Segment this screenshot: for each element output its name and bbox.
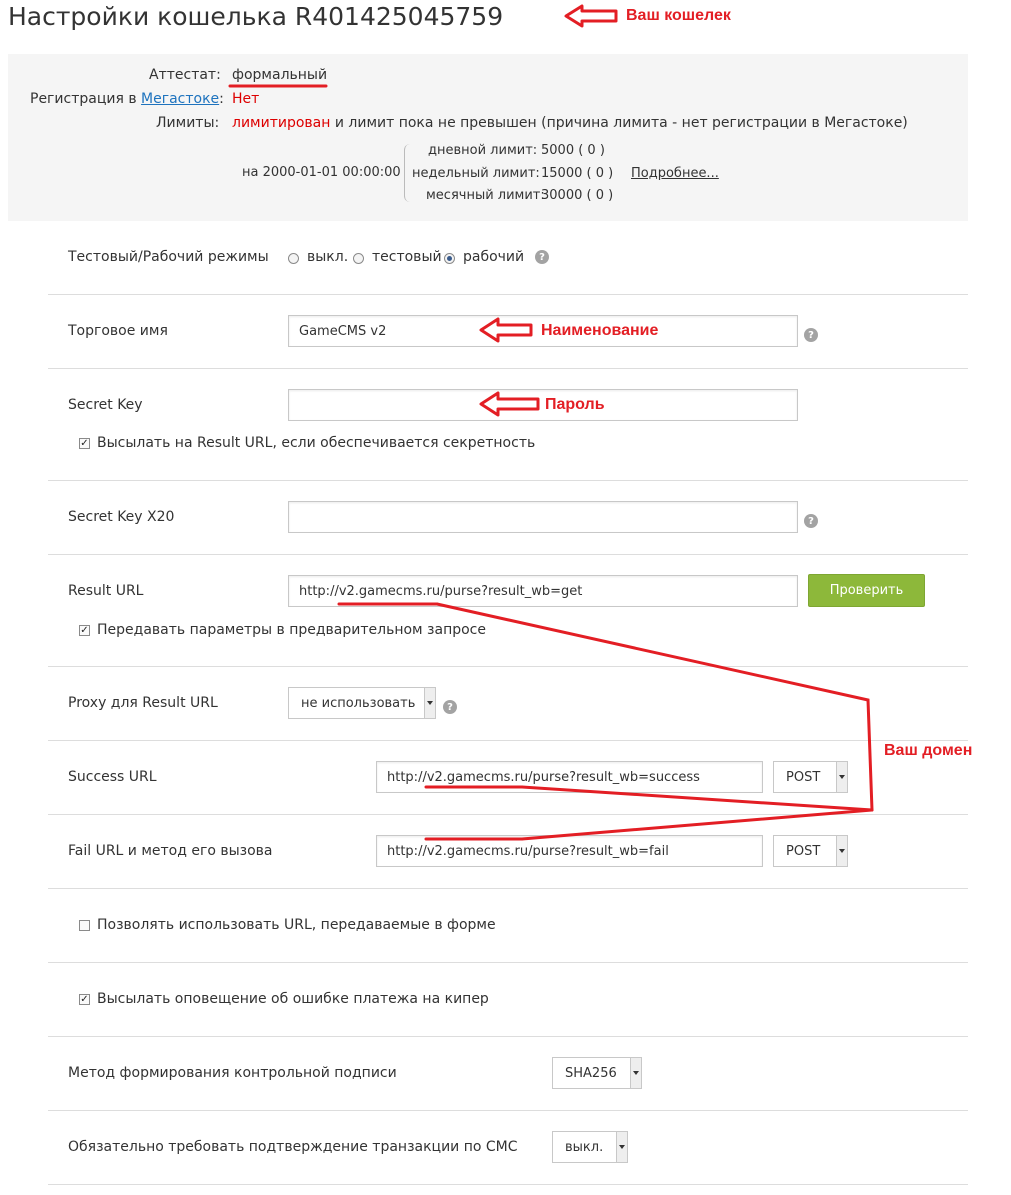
registration-label: Регистрация в xyxy=(30,91,137,107)
signature-method-value: SHA256 xyxy=(565,1065,617,1081)
registration-colon: : xyxy=(219,91,224,107)
mode-help-icon[interactable]: ? xyxy=(535,250,549,264)
sms-confirm-label: Обязательно требовать подтверждение тран… xyxy=(68,1139,518,1155)
divider xyxy=(48,962,968,963)
mode-label: Тестовый/Рабочий режимы xyxy=(68,249,269,265)
page-title: Настройки кошелька R401425045759 xyxy=(8,2,504,31)
chevron-down-icon xyxy=(630,1058,641,1088)
send-secret-label: Высылать на Result URL, если обеспечивае… xyxy=(97,435,536,451)
weekly-limit-label: недельный лимит: xyxy=(412,166,540,181)
chevron-down-icon xyxy=(616,1132,627,1162)
success-url-input[interactable] xyxy=(376,761,763,793)
mode-off-radio[interactable] xyxy=(288,253,299,264)
trade-name-help-icon[interactable]: ? xyxy=(804,328,818,342)
divider xyxy=(48,814,968,815)
daily-limit-value: 5000 ( 0 ) xyxy=(541,143,605,158)
divider xyxy=(48,1110,968,1111)
secret-key-x20-help-icon[interactable]: ? xyxy=(804,514,818,528)
fail-method-select[interactable]: POST xyxy=(773,835,848,867)
divider xyxy=(48,740,968,741)
secret-key-input[interactable] xyxy=(288,389,798,421)
sms-confirm-value: выкл. xyxy=(565,1139,604,1155)
divider xyxy=(48,480,968,481)
limits-status: лимитирован xyxy=(232,115,331,131)
chevron-down-icon xyxy=(424,688,435,718)
annotation-domain: Ваш домен xyxy=(884,742,973,759)
monthly-limit-value: 30000 ( 0 ) xyxy=(541,188,614,203)
result-url-label: Result URL xyxy=(68,583,144,599)
secret-key-label: Secret Key xyxy=(68,397,143,413)
secret-key-x20-label: Secret Key X20 xyxy=(68,509,175,525)
proxy-select[interactable]: не использовать xyxy=(288,687,436,719)
limits-brace xyxy=(404,144,411,202)
check-result-url-button[interactable]: Проверить xyxy=(808,574,925,607)
more-details-link[interactable]: Подробнее... xyxy=(631,166,719,181)
result-url-input[interactable] xyxy=(288,575,798,607)
wallet-arrow-icon xyxy=(564,4,618,28)
annotation-wallet: Ваш кошелек xyxy=(626,7,731,24)
daily-limit-label: дневной лимит: xyxy=(428,143,538,158)
proxy-select-value: не использовать xyxy=(301,695,416,711)
divider xyxy=(48,368,968,369)
annotation-name: Наименование xyxy=(541,322,659,339)
pre-request-checkbox[interactable]: ✓ xyxy=(79,625,90,636)
fail-method-value: POST xyxy=(786,843,821,859)
megastock-link[interactable]: Мегастоке xyxy=(141,91,219,107)
sms-confirm-select[interactable]: выкл. xyxy=(552,1131,628,1163)
limits-date: на 2000-01-01 00:00:00 xyxy=(242,165,401,180)
allow-form-urls-label: Позволять использовать URL, передаваемые… xyxy=(97,917,496,933)
divider xyxy=(48,1036,968,1037)
divider xyxy=(48,294,968,295)
annotation-password: Пароль xyxy=(545,396,605,413)
attestat-label: Аттестат: xyxy=(149,67,221,83)
chevron-down-icon xyxy=(836,836,847,866)
monthly-limit-label: месячный лимит: xyxy=(426,188,545,203)
fail-url-input[interactable] xyxy=(376,835,763,867)
mode-test-radio[interactable] xyxy=(353,253,364,264)
success-method-select[interactable]: POST xyxy=(773,761,848,793)
pre-request-label: Передавать параметры в предварительном з… xyxy=(97,622,486,638)
registration-row: Регистрация в Мегастоке: xyxy=(30,91,224,107)
attestat-value: формальный xyxy=(232,67,328,83)
signature-method-label: Метод формирования контрольной подписи xyxy=(68,1065,397,1081)
success-url-label: Success URL xyxy=(68,769,157,785)
notify-error-label: Высылать оповещение об ошибке платежа на… xyxy=(97,991,489,1007)
notify-error-checkbox[interactable]: ✓ xyxy=(79,994,90,1005)
chevron-down-icon xyxy=(836,762,847,792)
trade-name-label: Торговое имя xyxy=(68,323,168,339)
weekly-limit-value: 15000 ( 0 ) xyxy=(541,166,614,181)
registration-value: Нет xyxy=(232,91,260,107)
signature-method-select[interactable]: SHA256 xyxy=(552,1057,642,1089)
divider xyxy=(48,1184,968,1185)
secret-key-x20-input[interactable] xyxy=(288,501,798,533)
mode-live-radio[interactable] xyxy=(444,253,455,264)
divider xyxy=(48,666,968,667)
mode-live-label: рабочий xyxy=(463,249,525,265)
fail-url-label: Fail URL и метод его вызова xyxy=(68,843,273,859)
limits-text: лимитирован и лимит пока не превышен (пр… xyxy=(232,115,908,131)
limits-label: Лимиты: xyxy=(156,115,220,131)
divider xyxy=(48,888,968,889)
allow-form-urls-checkbox[interactable] xyxy=(79,920,90,931)
send-secret-checkbox[interactable]: ✓ xyxy=(79,438,90,449)
divider xyxy=(48,554,968,555)
limits-description: и лимит пока не превышен (причина лимита… xyxy=(330,115,908,131)
proxy-label: Proxy для Result URL xyxy=(68,695,218,711)
mode-test-label: тестовый xyxy=(372,249,442,265)
mode-off-label: выкл. xyxy=(307,249,349,265)
proxy-help-icon[interactable]: ? xyxy=(443,700,457,714)
success-method-value: POST xyxy=(786,769,821,785)
